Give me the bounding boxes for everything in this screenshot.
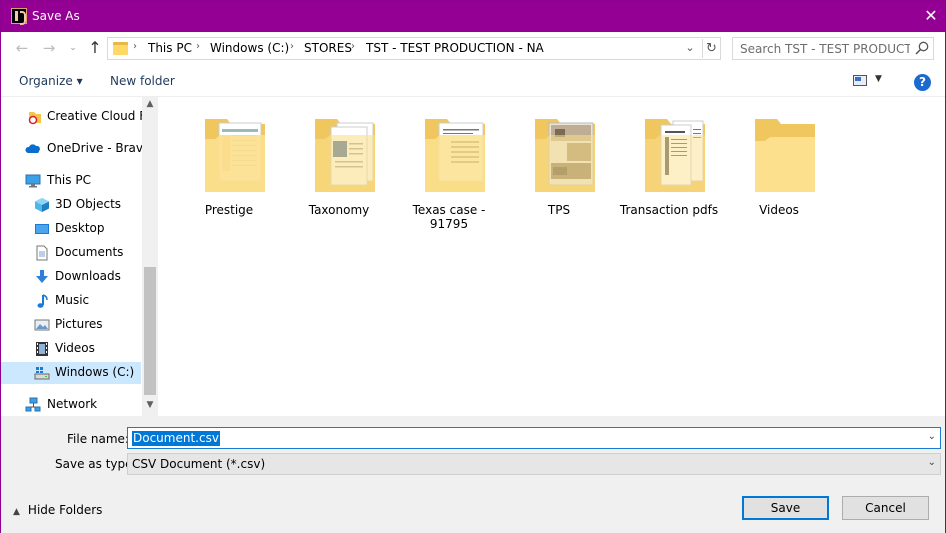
sidebar-item-windows-c[interactable]: Windows (C:) [1,362,141,384]
sidebar-item-downloads[interactable]: Downloads [1,266,141,288]
network-icon [25,397,41,412]
folder-with-form-icon [425,119,485,192]
folder-name: Texas case - 91795 [412,203,486,231]
nav-pane-scrollbar[interactable]: ▲ ▼ [142,97,158,416]
breadcrumb-separator-icon[interactable]: › [351,41,355,52]
app-icon [11,8,27,25]
scroll-up-icon[interactable]: ▲ [142,99,158,113]
help-icon[interactable]: ? [914,74,931,91]
view-options-dropdown-icon[interactable]: ▼ [875,74,882,84]
folder-name: Videos [759,203,799,217]
3d-objects-icon [35,198,49,212]
videos-icon [36,342,48,356]
folder-name: Transaction pdfs [619,203,719,217]
address-row: ← → ⌄ ↑ › This PC › Windows (C:) › STORE… [1,32,945,66]
hide-folders-label: Hide Folders [27,503,103,517]
sidebar-item-onedrive[interactable]: OneDrive - Bravo [1,138,150,160]
this-pc-icon [25,174,41,188]
breadcrumb-stores[interactable]: STORES [304,41,352,55]
breadcrumb-this-pc[interactable]: This PC [148,41,192,55]
folder-item-prestige[interactable]: Prestige [177,111,281,241]
file-name-dropdown-icon[interactable]: ⌄ [928,431,936,442]
sidebar-item-3d-objects[interactable]: 3D Objects [1,194,141,216]
folder-item-texas-case[interactable]: Texas case - 91795 [397,111,501,241]
breadcrumb-current-folder[interactable]: TST - TEST PRODUCTION - NA [366,41,544,55]
window-title: Save As [32,9,80,23]
desktop-icon [35,224,49,234]
forward-button[interactable]: → [39,38,59,58]
sidebar-item-documents[interactable]: Documents [1,242,141,264]
hide-folders-button[interactable]: ▲ Hide Folders [13,503,102,517]
file-list: Prestige Taxonomy Texas case - 91795 TPS… [159,97,945,416]
breadcrumb-separator-icon[interactable]: › [133,41,137,52]
folder-item-transaction-pdfs[interactable]: Transaction pdfs [617,111,721,241]
music-icon [37,294,48,308]
folder-with-pdf-pages-icon [645,119,705,192]
folder-name: TPS [547,203,571,217]
sidebar-item-network[interactable]: Network [1,394,141,416]
file-name-value: Document.csv [132,431,220,446]
up-button[interactable]: ↑ [85,38,105,58]
change-view-icon[interactable] [853,75,867,86]
sidebar-item-pictures[interactable]: Pictures [1,314,141,336]
folder-name: Taxonomy [308,203,370,217]
scroll-down-icon[interactable]: ▼ [142,400,158,414]
cancel-button[interactable]: Cancel [842,496,929,520]
sidebar-item-creative-cloud[interactable]: Creative Cloud Fil [1,106,152,128]
new-folder-button[interactable]: New folder [110,74,175,88]
file-name-input[interactable]: Document.csv ⌄ [127,427,941,449]
address-dropdown-icon[interactable]: ⌄ [683,41,697,54]
save-as-dialog: Save As ✕ ← → ⌄ ↑ › This PC › Windows (C… [0,0,946,533]
scrollbar-thumb[interactable] [144,267,156,395]
save-options-panel: File name: Document.csv ⌄ Save as type: … [1,416,945,533]
search-icon [915,41,929,55]
breadcrumb-separator-icon[interactable]: › [290,41,294,52]
folder-item-videos[interactable]: Videos [727,111,831,241]
chevron-up-icon: ▲ [13,507,20,517]
breadcrumb-separator-icon[interactable]: › [196,41,200,52]
downloads-icon [36,270,48,283]
sidebar-item-this-pc[interactable]: This PC [1,170,141,192]
onedrive-icon [25,144,40,153]
drive-icon [34,367,50,380]
navigation-pane: Creative Cloud Fil OneDrive - Bravo This… [1,97,158,416]
save-as-type-select[interactable]: CSV Document (*.csv) ⌄ [127,453,941,475]
folder-icon [755,119,815,192]
save-as-type-value: CSV Document (*.csv) [132,457,266,471]
search-placeholder: Search TST - TEST PRODUCTIO... [740,42,910,56]
save-button[interactable]: Save [742,496,829,520]
sidebar-item-desktop[interactable]: Desktop [1,218,141,240]
organize-button[interactable]: Organize ▾ [19,74,83,88]
folder-with-photos-icon [535,119,595,192]
pictures-icon [34,319,50,331]
folder-icon [113,42,128,55]
refresh-icon[interactable]: ↻ [702,39,720,58]
save-as-type-dropdown-icon[interactable]: ⌄ [928,457,936,468]
save-as-type-label: Save as type: [55,457,137,471]
breadcrumb-windows-c[interactable]: Windows (C:) [210,41,289,55]
close-button[interactable]: ✕ [919,4,943,28]
sidebar-item-music[interactable]: Music [1,290,141,312]
address-bar[interactable]: › This PC › Windows (C:) › STORES › TST … [107,37,721,60]
folder-item-taxonomy[interactable]: Taxonomy [287,111,391,241]
back-button[interactable]: ← [12,38,32,58]
folder-item-tps[interactable]: TPS [507,111,611,241]
file-name-label: File name: [67,432,129,446]
search-input[interactable]: Search TST - TEST PRODUCTIO... [732,37,934,60]
recent-locations-button[interactable]: ⌄ [63,38,83,58]
folder-with-document-icon [315,119,375,192]
documents-icon [36,245,48,261]
title-bar: Save As ✕ [1,1,945,32]
command-toolbar: Organize ▾ New folder ▼ ? [1,66,945,97]
creative-cloud-icon [28,112,41,125]
folder-with-spreadsheet-icon [205,119,265,192]
folder-name: Prestige [204,203,254,217]
sidebar-item-videos[interactable]: Videos [1,338,141,360]
